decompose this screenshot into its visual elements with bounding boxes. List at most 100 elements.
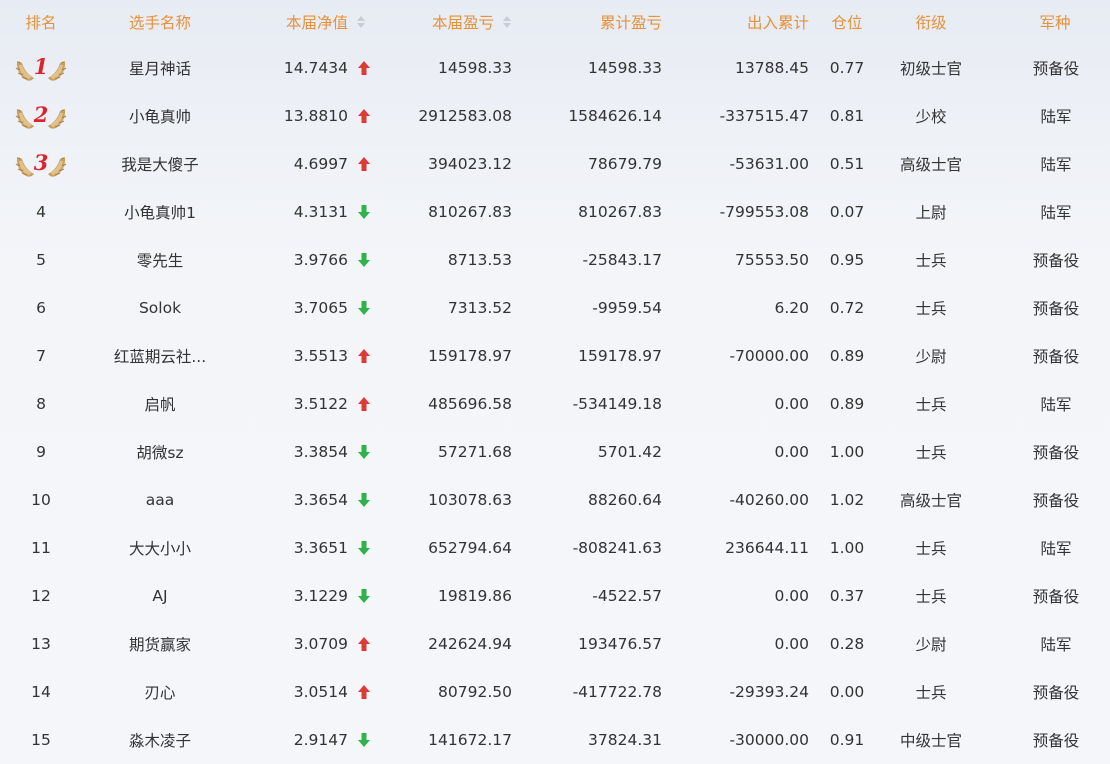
rank-number: 6 bbox=[36, 299, 46, 317]
table-row[interactable]: 3 我是大傻子 4.6997 394023.12 78679.79 -53631.00 0.… bbox=[0, 140, 1110, 188]
cum-pnl-value: 159178.97 bbox=[578, 347, 662, 365]
header-grade: 衔级 bbox=[915, 14, 947, 32]
player-name[interactable]: 星月神话 bbox=[82, 44, 238, 92]
arm-value: 陆军 bbox=[1040, 396, 1072, 414]
medal-rank-number: 3 bbox=[33, 150, 49, 175]
player-name[interactable]: 刃心 bbox=[82, 668, 238, 716]
rank-cell: 13 bbox=[0, 620, 82, 668]
table-row[interactable]: 6 Solok 3.7065 7313.52 -9959.54 6.20 0.72 士兵 预备役 bbox=[0, 284, 1110, 332]
position-value: 0.37 bbox=[829, 587, 865, 605]
position-value: 0.72 bbox=[829, 299, 865, 317]
table-row[interactable]: 9 胡微sz 3.3854 57271.68 5701.42 0.00 1.00 士兵 预备役 bbox=[0, 428, 1110, 476]
table-row[interactable]: 15 淼木凌子 2.9147 141672.17 37824.31 -30000.00 0.… bbox=[0, 716, 1110, 764]
table-row[interactable]: 8 启帆 3.5122 485696.58 -534149.18 0.00 0.89 士兵 陆军 bbox=[0, 380, 1110, 428]
nav-value: 3.0514 bbox=[293, 683, 348, 701]
nav-value: 14.7434 bbox=[283, 59, 348, 77]
arrow-up-icon bbox=[352, 668, 376, 716]
player-name[interactable]: 启帆 bbox=[82, 380, 238, 428]
rank-number: 8 bbox=[36, 395, 46, 413]
cum-pnl-value: -417722.78 bbox=[572, 683, 662, 701]
arrow-up-icon bbox=[352, 44, 376, 92]
header-flow: 出入累计 bbox=[746, 14, 809, 32]
flow-value: -40260.00 bbox=[729, 491, 809, 509]
grade-value: 士兵 bbox=[915, 444, 947, 462]
flow-value: -799553.08 bbox=[719, 203, 809, 221]
player-name[interactable]: 红蓝期云社... bbox=[82, 332, 238, 380]
player-name[interactable]: aaa bbox=[82, 476, 238, 524]
cum-pnl-value: 78679.79 bbox=[588, 155, 662, 173]
rank-number: 13 bbox=[31, 635, 51, 653]
cum-pnl-value: 1584626.14 bbox=[568, 107, 662, 125]
arm-value: 陆军 bbox=[1040, 540, 1072, 558]
sort-icon[interactable] bbox=[356, 15, 366, 29]
cum-pnl-value: 193476.57 bbox=[578, 635, 662, 653]
nav-value: 2.9147 bbox=[293, 731, 348, 749]
nav-value: 3.9766 bbox=[293, 251, 348, 269]
grade-value: 士兵 bbox=[915, 396, 947, 414]
arrow-up-icon bbox=[352, 140, 376, 188]
table-row[interactable]: 11 大大小小 3.3651 652794.64 -808241.63 236644.11… bbox=[0, 524, 1110, 572]
table-row[interactable]: 14 刃心 3.0514 80792.50 -417722.78 -29393.24 0.0… bbox=[0, 668, 1110, 716]
arrow-down-icon bbox=[352, 476, 376, 524]
arrow-up-icon bbox=[352, 380, 376, 428]
cum-pnl-value: -9959.54 bbox=[592, 299, 662, 317]
rank-number: 7 bbox=[36, 347, 46, 365]
cum-pnl-value: -534149.18 bbox=[572, 395, 662, 413]
table-row[interactable]: 4 小龟真帅1 4.3131 810267.83 810267.83 -799553.08… bbox=[0, 188, 1110, 236]
arm-value: 预备役 bbox=[1032, 588, 1080, 606]
rank-medal-icon: 1 bbox=[14, 53, 68, 83]
pnl-value: 19819.86 bbox=[438, 587, 512, 605]
cum-pnl-value: 88260.64 bbox=[588, 491, 662, 509]
pnl-value: 57271.68 bbox=[438, 443, 512, 461]
player-name[interactable]: Solok bbox=[82, 284, 238, 332]
header-pnl-sortable[interactable]: 本届盈亏 bbox=[376, 0, 512, 44]
rank-number: 15 bbox=[31, 731, 51, 749]
pnl-value: 652794.64 bbox=[428, 539, 512, 557]
flow-value: 13788.45 bbox=[735, 59, 809, 77]
rank-cell: 8 bbox=[0, 380, 82, 428]
pnl-value: 394023.12 bbox=[428, 155, 512, 173]
table-row[interactable]: 12 AJ 3.1229 19819.86 -4522.57 0.00 0.37 士兵 预备役 bbox=[0, 572, 1110, 620]
rank-medal-icon: 3 bbox=[14, 149, 68, 179]
grade-value: 士兵 bbox=[915, 540, 947, 558]
flow-value: 236644.11 bbox=[725, 539, 809, 557]
player-name[interactable]: AJ bbox=[82, 572, 238, 620]
nav-value: 4.3131 bbox=[293, 203, 348, 221]
table-row[interactable]: 5 零先生 3.9766 8713.53 -25843.17 75553.50 0.95 士兵… bbox=[0, 236, 1110, 284]
sort-icon[interactable] bbox=[502, 15, 512, 29]
position-value: 0.77 bbox=[829, 59, 865, 77]
pnl-value: 159178.97 bbox=[428, 347, 512, 365]
player-name[interactable]: 胡微sz bbox=[82, 428, 238, 476]
nav-value: 3.3654 bbox=[293, 491, 348, 509]
player-name[interactable]: 大大小小 bbox=[82, 524, 238, 572]
table-row[interactable]: 13 期货赢家 3.0709 242624.94 193476.57 0.00 0.28 少尉… bbox=[0, 620, 1110, 668]
header-nav-sortable[interactable]: 本届净值 bbox=[238, 0, 366, 44]
table-body: 1 星月神话 14.7434 14598.33 14598.33 13788.45 0.77… bbox=[0, 44, 1110, 764]
grade-value: 少尉 bbox=[915, 636, 947, 654]
arrow-down-icon bbox=[352, 284, 376, 332]
rank-number: 11 bbox=[31, 539, 51, 557]
table-row[interactable]: 7 红蓝期云社... 3.5513 159178.97 159178.97 -70000.… bbox=[0, 332, 1110, 380]
player-name[interactable]: 零先生 bbox=[82, 236, 238, 284]
player-name[interactable]: 期货赢家 bbox=[82, 620, 238, 668]
cum-pnl-value: 37824.31 bbox=[588, 731, 662, 749]
table-row[interactable]: 1 星月神话 14.7434 14598.33 14598.33 13788.45 0.77… bbox=[0, 44, 1110, 92]
player-name[interactable]: 小龟真帅1 bbox=[82, 188, 238, 236]
player-name[interactable]: 我是大傻子 bbox=[82, 140, 238, 188]
arm-value: 陆军 bbox=[1040, 636, 1072, 654]
flow-value: 0.00 bbox=[774, 395, 809, 413]
pnl-value: 2912583.08 bbox=[418, 107, 512, 125]
table-row[interactable]: 10 aaa 3.3654 103078.63 88260.64 -40260.00 1.0… bbox=[0, 476, 1110, 524]
arm-value: 预备役 bbox=[1032, 348, 1080, 366]
arm-value: 预备役 bbox=[1032, 300, 1080, 318]
cum-pnl-value: -25843.17 bbox=[582, 251, 662, 269]
player-name[interactable]: 淼木凌子 bbox=[82, 716, 238, 764]
flow-value: -53631.00 bbox=[729, 155, 809, 173]
position-value: 1.00 bbox=[829, 539, 865, 557]
header-pnl-label: 本届盈亏 bbox=[431, 14, 494, 32]
grade-value: 上尉 bbox=[915, 204, 947, 222]
table-row[interactable]: 2 小龟真帅 13.8810 2912583.08 1584626.14 -337515.… bbox=[0, 92, 1110, 140]
header-cum-pnl: 累计盈亏 bbox=[599, 14, 662, 32]
flow-value: -337515.47 bbox=[719, 107, 809, 125]
player-name[interactable]: 小龟真帅 bbox=[82, 92, 238, 140]
